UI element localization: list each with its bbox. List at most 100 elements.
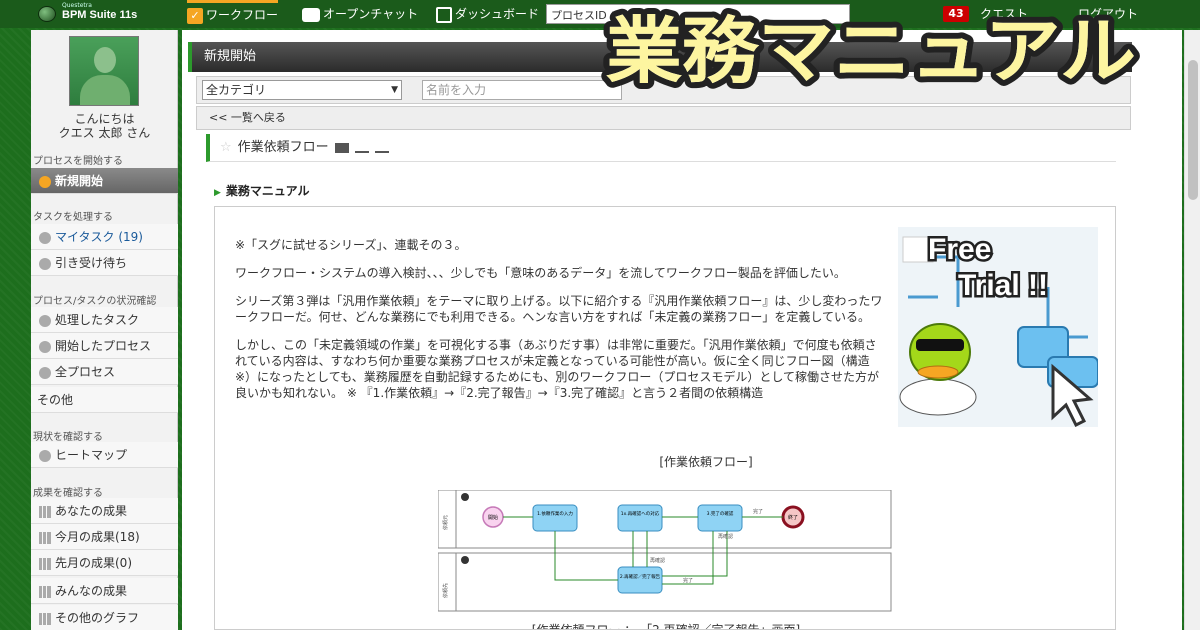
lane-label: 依頼先 xyxy=(442,583,449,598)
person-icon xyxy=(461,493,469,501)
bar-chart-icon xyxy=(39,612,51,625)
nav-open-chat[interactable]: オープンチャット xyxy=(302,0,418,28)
start-label: 開始 xyxy=(488,514,498,521)
sidebar-item-label: ヒートマップ xyxy=(55,448,128,462)
back-to-list-link[interactable]: << 一覧へ戻る xyxy=(196,106,1131,130)
free-trial-banner[interactable]: Free Trial !! xyxy=(898,227,1098,427)
task-1x xyxy=(617,504,663,532)
sidebar-item-offer[interactable]: 引き受け待ち xyxy=(31,250,178,276)
sidebar-item-label: 先月の成果(0) xyxy=(55,556,132,570)
logo-name: BPM Suite 11s xyxy=(62,9,138,21)
heatmap-icon xyxy=(39,449,51,462)
nav-workflow[interactable]: ✓ ワークフロー xyxy=(187,0,279,28)
section-label-start: プロセスを開始する xyxy=(33,156,123,167)
sunglasses-icon xyxy=(916,339,964,351)
trial-line-2: Trial !! xyxy=(958,269,1048,302)
sidebar-item-everyone[interactable]: みんなの成果 xyxy=(31,578,178,604)
sidebar-item-other[interactable]: その他 xyxy=(31,387,178,413)
dashboard-icon xyxy=(436,6,452,23)
manual-box: ※「スグに試せるシリーズ」、連載その３。 ワークフロー・システムの導入検討、、、… xyxy=(214,206,1116,630)
sidebar-item-my-task[interactable]: マイタスク (19) xyxy=(31,224,178,250)
avatar-body-shape xyxy=(80,75,130,105)
paragraph: ※「スグに試せるシリーズ」、連載その３。 xyxy=(235,238,467,252)
logo-top-text: Questetra xyxy=(62,2,92,9)
workflow-diagram: 依頼元 依頼先 開始 1.依頼作業の入力 1x.再確認への対応 3.完了の確認 … xyxy=(438,490,892,612)
cloud-shape xyxy=(899,378,977,416)
sidebar-item-last-month[interactable]: 先月の成果(0) xyxy=(31,550,178,576)
person-icon xyxy=(461,556,469,564)
sidebar: こんにちは クエス 太郎 さん プロセスを開始する 新規開始 タスクを処理する … xyxy=(31,30,178,630)
manual-text: ※「スグに試せるシリーズ」、連載その３。 ワークフロー・システムの導入検討、、、… xyxy=(235,237,885,413)
category-select-value: 全カテゴリ xyxy=(206,83,267,97)
trial-line-1: Free xyxy=(928,233,991,266)
task-1 xyxy=(532,504,578,532)
bar-chart-icon xyxy=(39,585,51,598)
hand-icon xyxy=(39,257,51,270)
sidebar-item-label: 引き受け待ち xyxy=(55,256,128,270)
checkmark-icon: ✓ xyxy=(187,7,203,24)
sidebar-item-started[interactable]: 開始したプロセス xyxy=(31,333,178,359)
flow-label: 完了 xyxy=(753,508,763,515)
sidebar-item-label: 全プロセス xyxy=(55,365,116,379)
nav-dashboard[interactable]: ダッシュボード xyxy=(436,0,539,28)
diagram-caption: [作業依頼フロー ： 「2.再確認／完了報告」画面] xyxy=(531,623,801,630)
task-3 xyxy=(697,504,743,532)
sidebar-item-all[interactable]: 全プロセス xyxy=(31,359,178,385)
sidebar-item-new-start[interactable]: 新規開始 xyxy=(31,168,178,194)
sidebar-item-done-tasks[interactable]: 処理したタスク xyxy=(31,307,178,333)
task-1x-label: 1x.再確認への対応 xyxy=(621,510,660,517)
name-filter-input[interactable]: 名前を入力 xyxy=(422,80,622,100)
chevron-down-icon: ▼ xyxy=(391,85,398,95)
chat-icon xyxy=(39,231,51,244)
list-view-icon[interactable] xyxy=(354,143,369,153)
sidebar-item-label: その他のグラフ xyxy=(55,611,140,625)
logo[interactable]: Questetra BPM Suite 11s xyxy=(34,2,164,26)
nav-workflow-label: ワークフロー xyxy=(206,8,279,22)
category-select[interactable]: 全カテゴリ ▼ xyxy=(202,80,402,100)
page-scrollbar[interactable] xyxy=(1184,30,1200,630)
nav-chat-label: オープンチャット xyxy=(323,7,419,21)
manual-section-label: ▶ 業務マニュアル xyxy=(214,182,310,199)
sidebar-item-this-month[interactable]: 今月の成果(18) xyxy=(31,524,178,550)
lane-label: 依頼元 xyxy=(442,515,449,530)
sidebar-item-label: 開始したプロセス xyxy=(55,339,152,353)
sidebar-item-label: 今月の成果(18) xyxy=(55,530,140,544)
triangle-right-icon: ▶ xyxy=(214,188,221,198)
flow-label: 完了 xyxy=(683,577,693,584)
sidebar-item-your-result[interactable]: あなたの成果 xyxy=(31,498,178,524)
sidebar-item-label: マイタスク (19) xyxy=(55,230,143,244)
task-1-label: 1.依頼作業の入力 xyxy=(537,510,573,517)
user-name: クエス 太郎 さん xyxy=(58,126,151,140)
task-3-label: 3.完了の確認 xyxy=(707,510,734,517)
chat-bubble-icon xyxy=(302,7,320,22)
sidebar-item-other-graph[interactable]: その他のグラフ xyxy=(31,605,178,630)
avatar-head-shape xyxy=(94,47,116,73)
export-icon[interactable] xyxy=(374,143,389,153)
star-icon[interactable]: ☆ xyxy=(220,140,232,155)
mascot-mouth xyxy=(917,365,959,379)
bar-chart-icon xyxy=(39,531,51,544)
flow-label: 再確認 xyxy=(718,533,733,540)
sidebar-item-label: 新規開始 xyxy=(55,174,104,188)
section-label-task: タスクを処理する xyxy=(33,212,113,223)
bar-chart-icon xyxy=(39,557,51,570)
section-label-status: プロセス/タスクの状況確認 xyxy=(33,296,157,307)
end-label: 終了 xyxy=(788,514,798,521)
started-process-icon xyxy=(39,340,51,353)
swimlane-1 xyxy=(438,490,892,549)
task-2-label: 2.再確認／完了報告 xyxy=(620,573,661,580)
sidebar-item-label: あなたの成果 xyxy=(55,504,128,518)
manual-label: 業務マニュアル xyxy=(225,184,310,198)
flow-label: 再確認 xyxy=(650,557,665,564)
paragraph: ワークフロー・システムの導入検討、、、少しでも「意味のあるデータ」を流してワーク… xyxy=(235,266,846,280)
sidebar-item-heatmap[interactable]: ヒートマップ xyxy=(31,442,178,468)
main-content: 新規開始 全カテゴリ ▼ 名前を入力 << 一覧へ戻る ☆ 作業依頼フロー ▶ 業務マ… xyxy=(182,30,1182,630)
edit-icon[interactable] xyxy=(334,142,349,153)
avatar[interactable] xyxy=(69,36,139,106)
bar-chart-icon xyxy=(39,505,51,518)
flow-title-bar: ☆ 作業依頼フロー xyxy=(206,134,1116,162)
flow-title[interactable]: 作業依頼フロー xyxy=(238,140,329,155)
scrollbar-thumb[interactable] xyxy=(1188,60,1198,200)
nav-dashboard-label: ダッシュボード xyxy=(455,7,540,21)
done-task-icon xyxy=(39,314,51,327)
